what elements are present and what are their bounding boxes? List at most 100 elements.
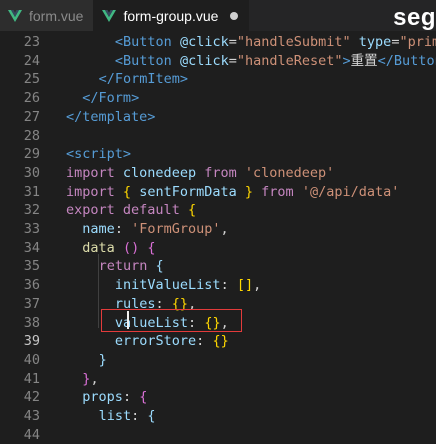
code-text: <Button @click="handleReset">重置</Button> [115,52,436,71]
code-token: import [66,183,115,200]
text-cursor [127,311,129,329]
code-text: <script> [66,145,131,164]
vue-logo-icon [8,9,22,22]
watermark: seg [393,4,436,31]
code-token: = [228,52,237,69]
code-text: name: 'FormGroup', [82,220,228,239]
code-line[interactable]: 44 [0,426,436,444]
line-number: 34 [23,239,40,256]
code-token: @click [179,52,229,69]
code-token: : [114,221,132,237]
line-number: 39 [23,333,40,350]
code-token: name [82,221,115,237]
code-line[interactable]: 25 </FormItem> [0,70,436,89]
code-token: , [220,221,229,237]
code-token: { [139,389,148,406]
code-editor[interactable]: 44 43 list: {42 props: {41}, 40} 39 errorStore… [0,31,436,443]
code-token: { [147,239,156,256]
line-number: 44 [23,426,40,443]
line-number: 31 [23,183,40,200]
code-text: </Form> [82,89,139,108]
code-line[interactable]: 34 data () { [0,239,436,258]
line-number: 41 [23,370,40,387]
line-number: 23 [23,34,40,50]
code-line[interactable]: 39 errorStore: {} [0,332,436,351]
tab-form-vue[interactable]: form.vue [0,0,95,31]
code-token: , [253,277,262,294]
indent-guide [98,254,99,328]
code-token: "primar [399,34,436,50]
code-token: 重置 [350,52,378,69]
code-token: export [66,202,115,219]
line-number: 40 [23,351,40,368]
code-line[interactable]: 30 import clonedeep from 'clonedeep' [0,164,436,183]
tab-label: form.vue [29,7,84,24]
code-token: </template> [66,108,156,125]
code-token: <Button [114,34,172,50]
code-line[interactable]: 41}, [0,370,436,389]
code-token: } [244,183,254,200]
code-text: list: { [99,407,156,426]
code-line[interactable]: 29 <script> [0,145,436,164]
code-token: } [98,351,107,368]
code-text: return { [99,257,164,276]
tab-form-group-vue[interactable]: form-group.vue [94,0,250,31]
code-token: initValueList [114,277,221,294]
code-token: { [147,408,156,424]
line-number: 24 [23,52,40,69]
code-token: </Button [377,52,436,69]
code-token: {} [212,333,229,350]
tab-label: form-group.vue [123,7,219,24]
code-line[interactable]: 23 <Button @click="handleSubmit" type="pr… [0,33,436,52]
code-token: list [98,408,132,424]
code-line[interactable]: 24 <Button @click="handleReset">重置</Butto… [0,52,436,71]
code-line[interactable]: 26 </Form> [0,89,436,108]
code-token: : [122,389,140,406]
code-line[interactable]: 28 [0,127,436,146]
code-token: "handleReset" [236,52,343,69]
code-text: } [99,351,107,370]
line-number: 27 [23,108,40,125]
code-line[interactable]: 32 export default { [0,201,436,220]
vue-logo-icon [102,9,117,22]
code-line[interactable]: 43 list: { [0,407,436,426]
code-line[interactable]: 31 import { sentFormData } from '@/api/da… [0,183,436,202]
code-line[interactable]: 33 name: 'FormGroup', [0,220,436,239]
line-number: 25 [23,71,40,88]
code-line[interactable]: 36 initValueList: [], [0,276,436,295]
code-text: export default { [66,201,196,220]
line-number: 38 [23,314,40,331]
code-text: initValueList: [], [115,276,261,295]
unsaved-dot-icon[interactable] [230,11,239,20]
code-line[interactable]: 27 </template> [0,108,436,127]
code-text: <Button @click="handleSubmit" type="prim… [115,33,436,52]
code-token: <script> [66,146,132,163]
code-line[interactable]: 40} [0,351,436,370]
code-token: from [261,183,294,200]
code-text: }, [82,370,98,389]
code-token: </Form> [82,90,140,107]
code-text: data () { [82,239,155,258]
code-line[interactable]: 35 return { [0,257,436,276]
code-token: > [342,52,351,69]
code-line[interactable]: 42 props: { [0,388,436,407]
line-number: 30 [23,164,40,181]
code-token: { [187,202,197,219]
line-number: 29 [23,146,40,163]
code-token: from [204,164,237,181]
code-token: : [196,333,213,350]
code-text: props: { [82,388,147,407]
code-token: { [122,183,132,200]
line-number: 35 [23,258,40,275]
code-token: [] [236,277,254,294]
